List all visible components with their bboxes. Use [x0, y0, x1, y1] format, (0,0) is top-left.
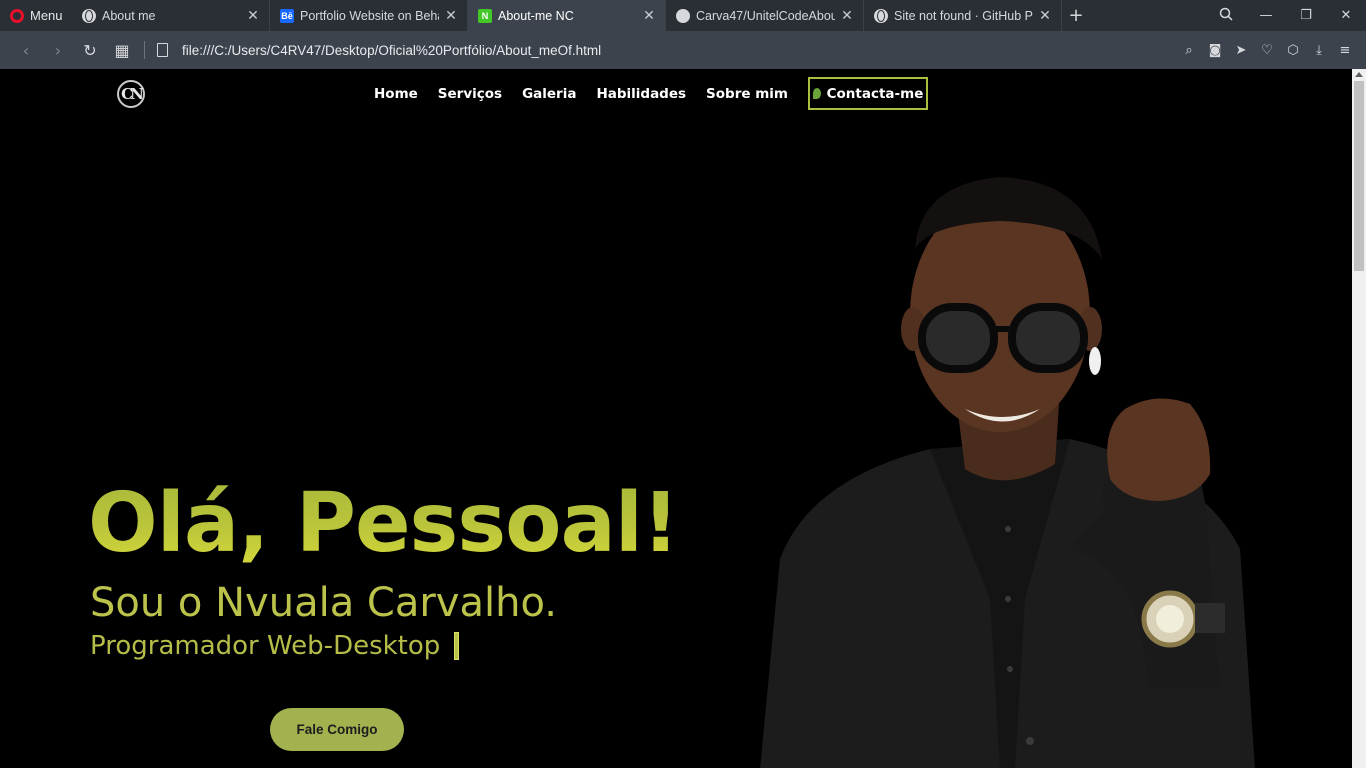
nav-servicos[interactable]: Serviços: [438, 86, 502, 102]
tab-github-repo[interactable]: Carva47/UnitelCodeAboutMe ✕: [666, 0, 864, 31]
page-icon: [157, 43, 168, 57]
typing-caret: [454, 632, 460, 660]
window-controls: — ❐ ✕: [1206, 0, 1366, 31]
cube-icon[interactable]: ⬡: [1280, 43, 1306, 58]
tab-about-me[interactable]: About me ✕: [72, 0, 270, 31]
tab-title: About-me NC: [498, 8, 574, 23]
nc-icon: N: [478, 8, 492, 23]
tab-title: About me: [102, 8, 156, 23]
new-tab-button[interactable]: +: [1062, 0, 1090, 31]
back-icon[interactable]: ‹: [10, 41, 42, 60]
heart-icon[interactable]: ♡: [1254, 43, 1280, 58]
minimize-icon[interactable]: —: [1246, 8, 1286, 23]
hero-role: Programador Web-Desktop: [90, 631, 460, 661]
tab-title: Carva47/UnitelCodeAboutMe: [696, 8, 835, 23]
close-icon[interactable]: ✕: [1037, 7, 1053, 24]
hero-title: Olá, Pessoal!: [88, 476, 679, 571]
url-field[interactable]: file:///C:/Users/C4RV47/Desktop/Oficial%…: [182, 43, 1176, 58]
close-icon[interactable]: ✕: [245, 7, 261, 24]
close-icon[interactable]: ✕: [839, 7, 855, 24]
opera-menu-button[interactable]: Menu: [0, 0, 72, 31]
globe-icon: [82, 8, 96, 23]
tab-title: Site not found · GitHub Pages: [894, 8, 1033, 23]
site-nav: Home Serviços Galeria Habilidades Sobre …: [374, 77, 928, 110]
tab-behance[interactable]: Bē Portfolio Website on Behance ✕: [270, 0, 468, 31]
nav-galeria[interactable]: Galeria: [522, 86, 576, 102]
web-page: CN Home Serviços Galeria Habilidades Sob…: [0, 69, 1352, 768]
globe-icon: [874, 8, 888, 23]
zoom-icon[interactable]: ⌕: [1176, 43, 1202, 58]
nav-habilidades[interactable]: Habilidades: [596, 86, 686, 102]
snapshot-icon[interactable]: ◙: [1202, 43, 1228, 58]
hero-subtitle: Sou o Nvuala Carvalho.: [90, 580, 557, 626]
opera-logo-icon: [10, 8, 24, 23]
speed-dial-icon[interactable]: ▦: [106, 41, 138, 60]
site-logo[interactable]: CN: [117, 80, 145, 108]
forward-icon[interactable]: ›: [42, 41, 74, 60]
close-icon[interactable]: ✕: [641, 7, 657, 24]
github-icon: [676, 8, 690, 23]
page-scrollbar[interactable]: [1352, 69, 1366, 768]
download-icon[interactable]: ⤓: [1306, 43, 1332, 58]
scroll-thumb[interactable]: [1354, 81, 1364, 271]
close-icon[interactable]: ✕: [443, 7, 459, 24]
search-tabs-icon[interactable]: [1206, 7, 1246, 25]
hero-role-text: Programador Web-Desktop: [90, 631, 441, 661]
divider: [144, 41, 145, 59]
restore-icon[interactable]: ❐: [1286, 8, 1326, 23]
address-tools: ⌕ ◙ ➤ ♡ ⬡ ⤓ ≡: [1176, 43, 1366, 58]
fale-comigo-button[interactable]: Fale Comigo: [270, 708, 404, 751]
reload-icon[interactable]: ↻: [74, 41, 106, 60]
scroll-up-icon[interactable]: [1355, 72, 1363, 77]
address-bar: ‹ › ↻ ▦ file:///C:/Users/C4RV47/Desktop/…: [0, 31, 1366, 69]
profile-photo: [760, 177, 1255, 768]
contact-button[interactable]: Contacta-me: [807, 77, 928, 110]
tab-site-not-found[interactable]: Site not found · GitHub Pages ✕: [864, 0, 1062, 31]
send-icon[interactable]: ➤: [1228, 43, 1254, 58]
easy-setup-icon[interactable]: ≡: [1332, 43, 1358, 58]
leaf-icon: [812, 88, 821, 99]
menu-label: Menu: [30, 8, 63, 23]
nav-sobre-mim[interactable]: Sobre mim: [706, 86, 788, 102]
behance-icon: Bē: [280, 8, 294, 23]
tab-title: Portfolio Website on Behance: [300, 8, 439, 23]
close-window-icon[interactable]: ✕: [1326, 8, 1366, 23]
nav-home[interactable]: Home: [374, 86, 418, 102]
contact-label: Contacta-me: [826, 85, 924, 102]
tab-about-me-nc[interactable]: N About-me NC ✕: [468, 0, 666, 31]
browser-tab-bar: Menu About me ✕ Bē Portfolio Website on …: [0, 0, 1366, 31]
